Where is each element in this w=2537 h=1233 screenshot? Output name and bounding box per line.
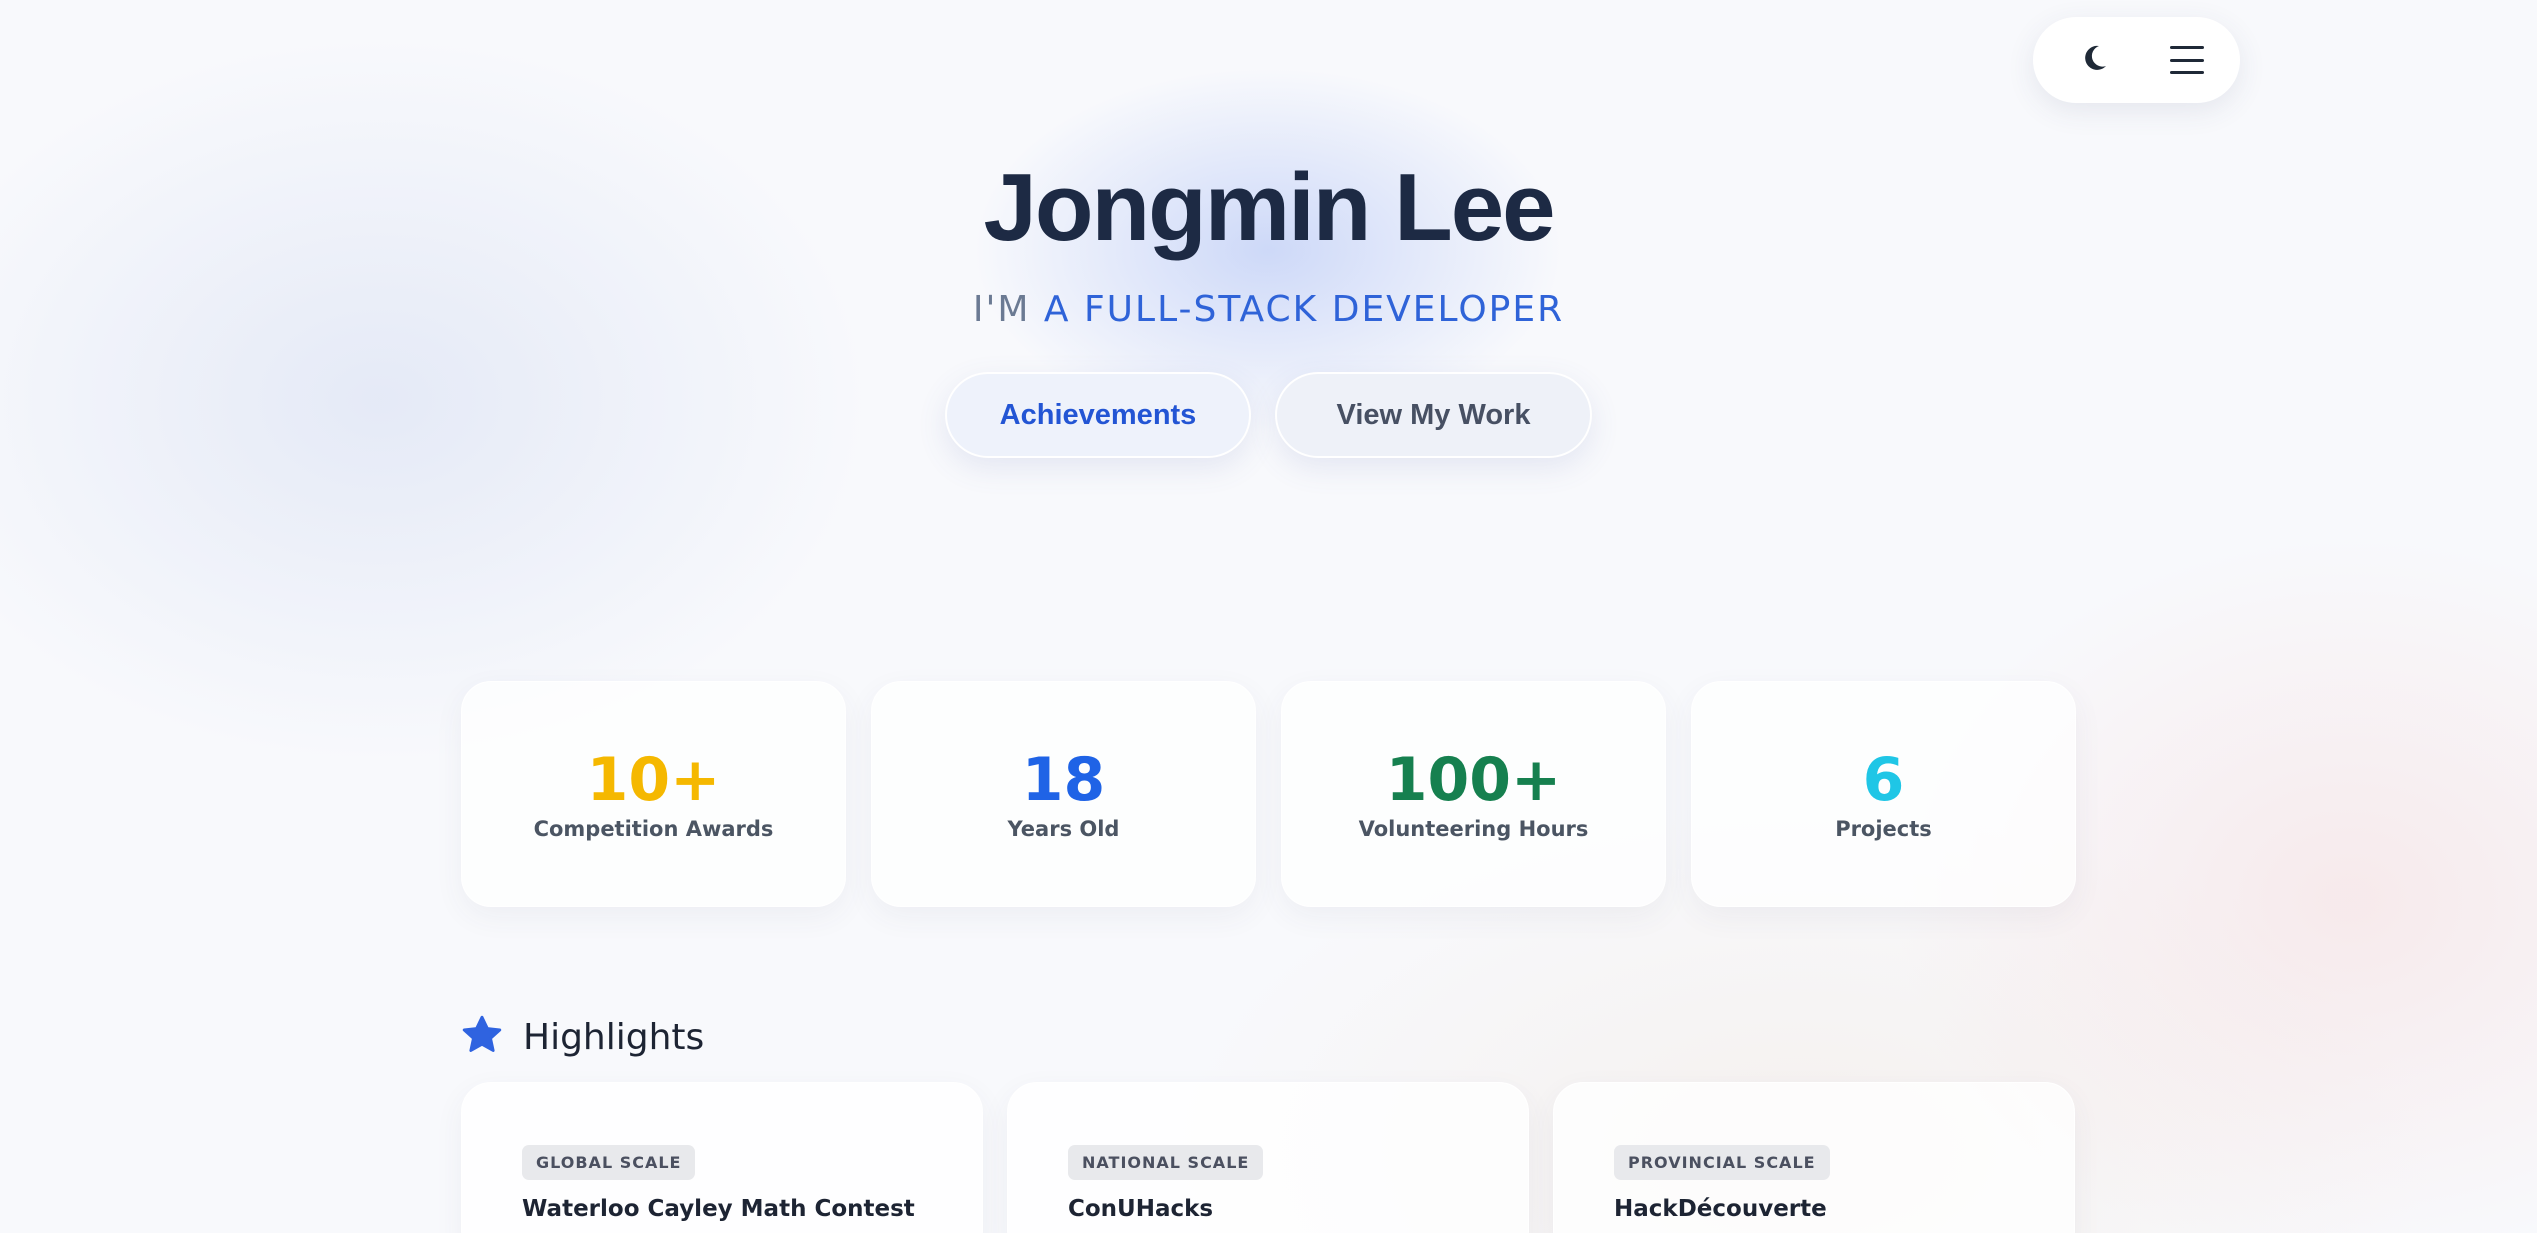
stat-value: 10+ [586, 745, 721, 815]
moon-icon[interactable] [2085, 45, 2107, 75]
hero-subtitle-prefix: I'M [972, 289, 1044, 330]
scale-badge: PROVINCIAL SCALE [1614, 1145, 1830, 1180]
stat-value: 18 [1021, 745, 1106, 815]
stat-value: 100+ [1385, 745, 1562, 815]
hamburger-menu-icon[interactable] [2170, 46, 2204, 74]
hero-subtitle-role: A FULL-STACK DEVELOPER [1043, 289, 1565, 330]
stat-card-awards: 10+ Competition Awards [461, 681, 846, 907]
highlight-title: ConUHacks [1068, 1196, 1214, 1222]
highlight-title: HackDécouverte [1614, 1196, 1827, 1222]
scale-badge: NATIONAL SCALE [1068, 1145, 1264, 1180]
stat-value: 6 [1862, 745, 1905, 815]
view-my-work-button[interactable]: View My Work [1275, 372, 1592, 458]
scale-badge: GLOBAL SCALE [522, 1145, 696, 1180]
hero-subtitle: I'M A FULL-STACK DEVELOPER [0, 286, 2537, 334]
achievements-button[interactable]: Achievements [945, 372, 1251, 458]
stat-label: Years Old [1007, 817, 1120, 841]
highlights-title: Highlights [523, 1016, 705, 1058]
highlight-card-hackdecouverte[interactable]: PROVINCIAL SCALE HackDécouverte [1553, 1082, 2075, 1233]
top-nav-pill [2033, 17, 2240, 103]
highlight-title: Waterloo Cayley Math Contest [522, 1196, 915, 1222]
stat-label: Projects [1835, 817, 1932, 841]
stat-card-projects: 6 Projects [1691, 681, 2076, 907]
stat-label: Competition Awards [533, 817, 774, 841]
highlights-heading: Highlights [461, 1012, 704, 1062]
hero-name: Jongmin Lee [983, 154, 1555, 261]
highlight-card-waterloo[interactable]: GLOBAL SCALE Waterloo Cayley Math Contes… [461, 1082, 983, 1233]
star-icon [461, 1014, 503, 1060]
stat-card-age: 18 Years Old [871, 681, 1256, 907]
stat-label: Volunteering Hours [1358, 817, 1589, 841]
highlight-card-conuhacks[interactable]: NATIONAL SCALE ConUHacks [1007, 1082, 1529, 1233]
stat-card-volunteering: 100+ Volunteering Hours [1281, 681, 1666, 907]
